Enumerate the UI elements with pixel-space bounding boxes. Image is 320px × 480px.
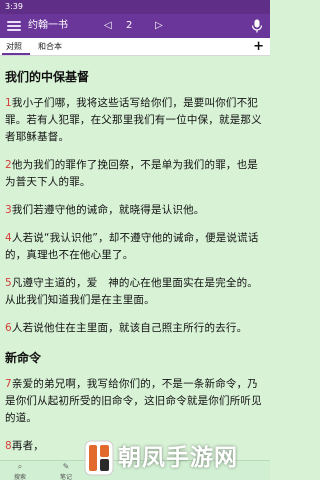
verse-number: 6 (5, 322, 12, 334)
verse[interactable]: 6人若说他住在主里面，就该自己照主所行的去行。 (5, 320, 265, 337)
verse-text: 我小子们哪，我将这些话写给你们，是要叫你们不犯罪。若有人犯罪，在父那里我们有一位… (5, 97, 262, 143)
next-chapter-icon[interactable]: ▷ (155, 14, 163, 38)
status-bar: 3:39 (0, 0, 270, 14)
book-title[interactable]: 约翰一书 (28, 14, 68, 38)
menu-icon[interactable] (6, 18, 22, 34)
bottom-nav-notes[interactable]: ✎ 笔记 (46, 461, 86, 480)
section-title: 新命令 (5, 351, 42, 365)
add-icon[interactable]: + (253, 38, 264, 56)
verse-number: 7 (5, 378, 12, 390)
chapter-number[interactable]: 2 (126, 14, 132, 38)
section-title: 我们的中保基督 (5, 70, 90, 84)
verse-text: 亲爱的弟兄啊，我写给你们的，不是一条新命令，乃是你们从起初所受的旧命令，这旧命令… (5, 378, 262, 424)
verse[interactable]: 5凡遵守主道的，爱 神的心在他里面实在是完全的。从此我们知道我们是在主里面。 (5, 275, 265, 309)
verse[interactable]: 7亲爱的弟兄啊，我写给你们的，不是一条新命令，乃是你们从起初所受的旧命令，这旧命… (5, 376, 265, 427)
prev-chapter-icon[interactable]: ◁ (104, 14, 112, 38)
bottom-nav-search[interactable]: ⌕ 搜索 (0, 461, 40, 480)
verse-text: 凡遵守主道的，爱 神的心在他里面实在是完全的。从此我们知道我们是在主里面。 (5, 277, 258, 306)
verse[interactable]: 1我小子们哪，我将这些话写给你们，是要叫你们不犯罪。若有人犯罪，在父那里我们有一… (5, 95, 265, 146)
verse-number: 4 (5, 232, 12, 244)
tab-bar: 对照 和合本 + (0, 38, 270, 56)
search-icon: ⌕ (17, 462, 23, 471)
verse[interactable]: 4人若说“我认识他”，却不遵守他的诫命，便是说谎话的，真理也不在他心里了。 (5, 230, 265, 264)
verse-number: 2 (5, 159, 12, 171)
verse-text: 再者， (11, 440, 44, 452)
verse-text: 他为我们的罪作了挽回祭，不是单为我们的罪，也是为普天下人的罪。 (5, 159, 258, 188)
verse-text: 人若说“我认识他”，却不遵守他的诫命，便是说谎话的，真理也不在他心里了。 (5, 232, 259, 261)
verse-number: 8 (5, 440, 12, 452)
verse[interactable]: 3我们若遵守他的诫命，就晓得是认识他。 (5, 202, 265, 219)
verse-text: 我们若遵守他的诫命，就晓得是认识他。 (11, 204, 205, 216)
chapter-content[interactable]: 我们的中保基督 1我小子们哪，我将这些话写给你们，是要叫你们不犯罪。若有人犯罪，… (0, 56, 270, 460)
active-tab-indicator (2, 53, 30, 55)
verse[interactable]: 2他为我们的罪作了挽回祭，不是单为我们的罪，也是为普天下人的罪。 (5, 157, 265, 191)
watermark-text: 朝凤手游网 (118, 445, 238, 471)
verse-number: 1 (5, 97, 12, 109)
bottom-nav-label: 搜索 (13, 474, 26, 480)
tab-cuv[interactable]: 和合本 (38, 38, 62, 56)
note-icon: ✎ (62, 462, 70, 471)
bottom-nav-label: 笔记 (59, 474, 72, 480)
verse-number: 3 (5, 204, 12, 216)
microphone-icon[interactable] (251, 19, 263, 33)
watermark-logo-icon (84, 440, 114, 476)
watermark: 朝凤手游网 (82, 436, 268, 480)
app-bar: 约翰一书 ◁ 2 ▷ (0, 14, 270, 38)
status-time: 3:39 (5, 2, 23, 11)
verse-text: 人若说他住在主里面，就该自己照主所行的去行。 (11, 322, 248, 334)
verse-number: 5 (5, 277, 12, 289)
